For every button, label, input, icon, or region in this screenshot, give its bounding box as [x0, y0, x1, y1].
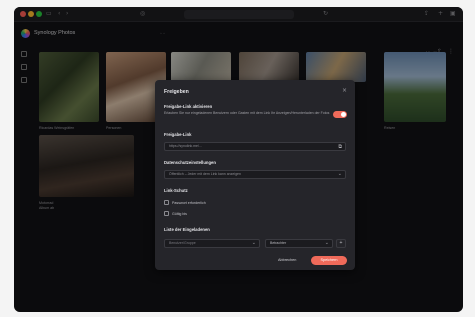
invite-user-placeholder: Benutzer/Gruppe: [169, 241, 196, 245]
validity-checkbox[interactable]: [164, 211, 169, 216]
validity-option-label: Gültig bis: [172, 211, 187, 216]
share-link-value: https://synolink.me/...: [169, 144, 202, 148]
chevron-down-icon: ⌄: [324, 240, 329, 246]
share-link-label: Freigabe-Link: [164, 132, 192, 137]
share-link-field[interactable]: https://synolink.me/... ⧉: [164, 142, 346, 151]
password-checkbox[interactable]: [164, 200, 169, 205]
privacy-settings-label: Datenschutzeinstellungen: [164, 160, 216, 165]
chevron-down-icon: ⌄: [251, 240, 256, 246]
privacy-select[interactable]: Öffentlich – Jeder mit dem Link kann anz…: [164, 170, 346, 179]
share-dialog: Freigeben × Freigabe-Link aktivieren Erl…: [155, 80, 355, 270]
invite-user-input[interactable]: Benutzer/Gruppe ⌄: [164, 239, 260, 248]
add-invitee-button[interactable]: +: [336, 239, 346, 248]
browser-window: ▭ ‹ › ◎ ↻ ⇪ + ▣ Synology Photos ◦ ◦ Alle…: [14, 7, 463, 312]
password-option-label: Passwort erforderlich: [172, 200, 206, 205]
desktop-background: ▭ ‹ › ◎ ↻ ⇪ + ▣ Synology Photos ◦ ◦ Alle…: [0, 0, 475, 317]
role-select[interactable]: Betrachter ⌄: [265, 239, 333, 248]
dialog-title: Freigeben: [164, 89, 189, 95]
chevron-down-icon: ⌄: [337, 171, 342, 177]
public-link-toggle[interactable]: [333, 111, 347, 118]
copy-icon[interactable]: ⧉: [338, 144, 342, 150]
save-button[interactable]: Speichern: [311, 256, 347, 265]
invite-list-label: Liste der Eingeladenen: [164, 227, 210, 232]
public-link-label: Freigabe-Link aktivieren: [164, 104, 213, 109]
close-icon[interactable]: ×: [342, 87, 347, 94]
privacy-select-value: Öffentlich – Jeder mit dem Link kann anz…: [169, 172, 241, 176]
role-select-value: Betrachter: [270, 241, 287, 245]
link-protection-label: Link-Schutz: [164, 188, 188, 193]
cancel-button[interactable]: Abbrechen: [278, 258, 296, 262]
public-link-description: Erlauben Sie nur eingeladenen Benutzern …: [164, 111, 330, 115]
